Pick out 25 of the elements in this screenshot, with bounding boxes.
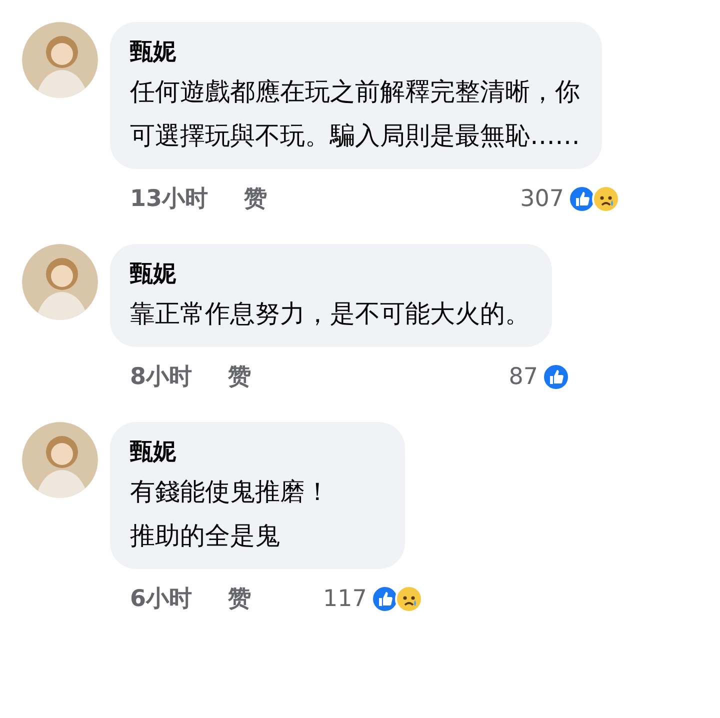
timestamp[interactable]: 13小时 [130, 183, 208, 214]
avatar[interactable] [22, 22, 98, 98]
like-link[interactable]: 赞 [228, 361, 252, 392]
timestamp[interactable]: 8小时 [130, 361, 192, 392]
comment-text: 任何遊戲都應在玩之前解釋完整清晰，你 [130, 76, 580, 108]
like-icon [568, 184, 596, 212]
like-icon [370, 584, 399, 612]
comment-text: 推助的全是鬼 [130, 520, 281, 552]
reaction-count[interactable]: 307 [520, 186, 564, 212]
like-link[interactable]: 赞 [244, 183, 268, 214]
author-name[interactable]: 甄妮 [130, 36, 580, 67]
reaction-count[interactable]: 87 [508, 364, 538, 390]
sad-face-icon [592, 184, 620, 212]
like-icon [542, 362, 570, 390]
reaction-count[interactable]: 117 [323, 586, 367, 612]
avatar[interactable] [22, 422, 98, 498]
timestamp[interactable]: 6小时 [130, 583, 192, 614]
comment-text: 有錢能使鬼推磨！ [130, 476, 331, 508]
avatar[interactable] [22, 244, 98, 320]
author-name[interactable]: 甄妮 [130, 258, 530, 289]
comment-text: 可選擇玩與不玩。騙入局則是最無恥…… [130, 120, 580, 152]
comment-text: 靠正常作息努力，是不可能大火的。 [130, 298, 530, 330]
like-link[interactable]: 赞 [228, 583, 252, 614]
author-name[interactable]: 甄妮 [130, 436, 383, 467]
sad-face-icon [394, 584, 423, 612]
